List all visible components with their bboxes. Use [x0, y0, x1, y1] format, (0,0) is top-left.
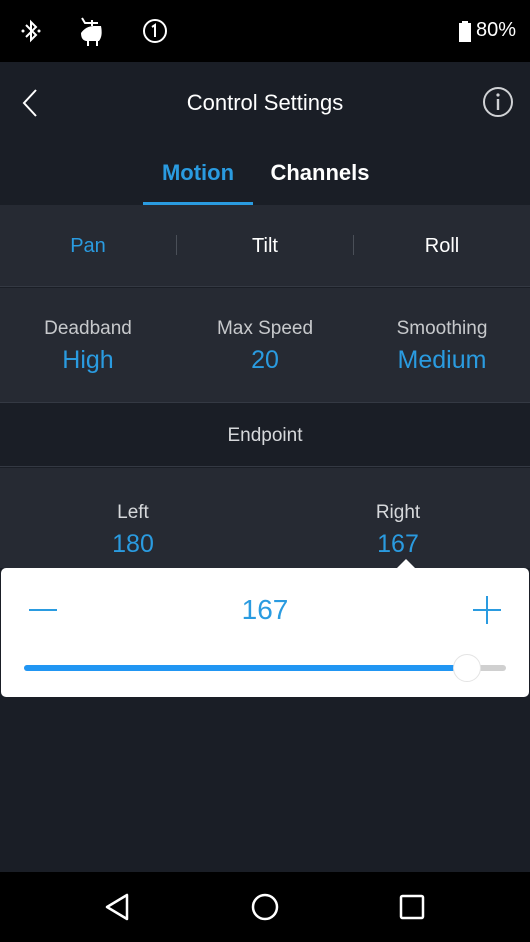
param-value: Medium	[397, 346, 487, 374]
sim-1-icon	[142, 16, 168, 51]
axis-pan[interactable]: Pan	[0, 205, 176, 287]
axis-tilt[interactable]: Tilt	[177, 205, 353, 287]
pet-notification-icon	[78, 16, 106, 53]
home-circle-icon	[251, 893, 279, 921]
tab-motion[interactable]: Motion	[143, 160, 253, 186]
back-triangle-icon	[105, 893, 129, 921]
popup-pointer	[397, 559, 415, 568]
motion-params: Deadband High Max Speed 20 Smoothing Med…	[0, 288, 530, 403]
recents-square-icon	[399, 894, 425, 920]
endpoint-label: Right	[375, 502, 421, 523]
endpoint-label: Left	[117, 502, 149, 523]
param-smoothing[interactable]: Smoothing Medium	[354, 318, 530, 375]
endpoint-values: Left 180 Right 167	[0, 468, 530, 568]
system-nav-bar	[0, 872, 530, 942]
endpoint-header: Endpoint	[0, 404, 530, 467]
increment-button[interactable]	[471, 592, 503, 628]
value-adjust-popup: 167	[1, 559, 529, 697]
value-slider[interactable]	[24, 654, 506, 682]
plus-icon	[473, 596, 501, 624]
axis-selector: Pan Tilt Roll	[0, 205, 530, 287]
param-deadband[interactable]: Deadband High	[0, 318, 176, 375]
axis-roll[interactable]: Roll	[354, 205, 530, 287]
param-max-speed[interactable]: Max Speed 20	[177, 318, 353, 375]
info-button[interactable]	[482, 86, 514, 118]
nav-back-button[interactable]	[101, 890, 135, 924]
tab-channels[interactable]: Channels	[262, 160, 378, 186]
param-label: Deadband	[44, 318, 132, 339]
slider-thumb[interactable]	[453, 654, 482, 682]
param-value: 20	[251, 346, 279, 374]
bluetooth-icon	[20, 16, 42, 51]
battery-percent: 80%	[475, 19, 516, 41]
endpoint-value: 167	[377, 530, 419, 558]
page-title: Control Settings	[186, 90, 344, 115]
battery-icon	[458, 16, 472, 51]
param-label: Smoothing	[396, 318, 488, 339]
current-value: 167	[241, 594, 289, 625]
nav-recents-button[interactable]	[395, 890, 429, 924]
param-value: High	[62, 346, 114, 374]
app-bar: Control Settings Motion Channels	[0, 62, 530, 205]
param-label: Max Speed	[216, 318, 314, 339]
tab-bar: Motion Channels	[0, 154, 530, 205]
slider-fill	[24, 665, 468, 671]
nav-home-button[interactable]	[248, 890, 282, 924]
status-bar: 80%	[0, 0, 530, 62]
endpoint-left[interactable]: Left 180	[33, 502, 233, 559]
endpoint-right[interactable]: Right 167	[298, 502, 498, 559]
info-icon	[483, 87, 513, 117]
endpoint-value: 180	[112, 530, 154, 558]
